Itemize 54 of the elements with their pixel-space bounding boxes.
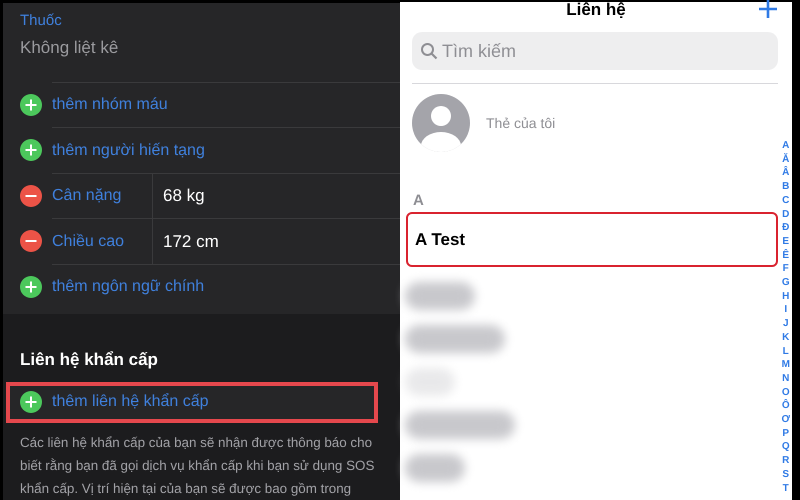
field-label[interactable]: Cân nặng — [52, 187, 122, 206]
blurred-contact — [405, 282, 475, 310]
emergency-contact-row[interactable]: thêm liên hệ khẩn cấp — [6, 382, 378, 422]
index-letter[interactable]: E — [782, 234, 790, 249]
index-letter[interactable]: R — [782, 454, 790, 468]
index-letter[interactable]: Ê — [782, 248, 790, 262]
index-letter[interactable]: Q — [782, 440, 790, 454]
add-icon[interactable] — [758, 0, 778, 19]
index-letter[interactable]: H — [782, 290, 790, 304]
search-field[interactable]: Tìm kiếm — [412, 32, 778, 70]
index-letter[interactable]: Ă — [782, 152, 790, 166]
index-letter[interactable]: C — [782, 194, 790, 208]
add-link[interactable]: thêm người hiến tạng — [52, 142, 205, 160]
footnote: Các liên hệ khẩn cấp của bạn sẽ nhận được thông báo cho biết rằng bạn đã gọi dịch vụ khẩn cấp khi bạn sử dụng SOS khẩn cấp. Vị trí hiện tại của bạn sẽ được bao gồm trong — [19, 434, 376, 498]
medication-value: Không liệt kê — [20, 38, 120, 58]
index-letter[interactable]: J — [782, 317, 789, 331]
index-letter[interactable]: P — [782, 426, 790, 440]
index-letter[interactable]: Ô — [782, 399, 790, 414]
index-letter[interactable]: D — [782, 208, 790, 222]
add-link[interactable]: thêm ngôn ngữ chính — [52, 278, 204, 296]
add-icon[interactable] — [20, 391, 42, 413]
index-letter[interactable]: L — [782, 344, 789, 358]
index-letter[interactable]: B — [782, 180, 790, 194]
blurred-contact — [405, 454, 465, 482]
index-letter[interactable]: Â — [782, 166, 790, 180]
index-letter[interactable]: O — [782, 386, 790, 400]
remove-icon[interactable] — [20, 230, 42, 252]
add-icon[interactable] — [20, 276, 42, 298]
add-icon[interactable] — [20, 139, 42, 162]
index-letter[interactable]: F — [782, 262, 789, 276]
index-letter[interactable]: A — [782, 139, 790, 153]
add-link[interactable]: thêm nhóm máu — [52, 96, 168, 114]
index-letter[interactable]: T — [782, 482, 789, 496]
index-letter[interactable]: M — [782, 358, 790, 372]
search-icon — [420, 42, 438, 60]
add-icon[interactable] — [20, 94, 42, 116]
my-card-label[interactable]: Thẻ của tôi — [486, 115, 556, 131]
field-value[interactable]: 68 kg — [163, 186, 205, 206]
add-link[interactable]: thêm liên hệ khẩn cấp — [52, 393, 209, 411]
index-letter[interactable]: G — [782, 276, 790, 290]
index-letter[interactable]: Đ — [782, 221, 790, 235]
field-value[interactable]: 172 cm — [163, 232, 219, 252]
index-letter[interactable]: S — [782, 468, 790, 482]
index-letter[interactable]: N — [782, 372, 790, 386]
index-letter[interactable]: Ơ — [781, 413, 790, 427]
field-label[interactable]: Chiều cao — [52, 232, 124, 251]
index-letter[interactable]: I — [784, 303, 788, 318]
contact-row[interactable]: A Test — [406, 212, 778, 267]
index-letter[interactable]: K — [782, 330, 790, 345]
page-title: Liên hệ — [566, 0, 626, 20]
medication-label: Thuốc — [20, 12, 63, 29]
remove-icon[interactable] — [20, 184, 42, 207]
section-letter: A — [413, 192, 424, 209]
section-header: Liên hệ khẩn cấp — [20, 350, 159, 370]
